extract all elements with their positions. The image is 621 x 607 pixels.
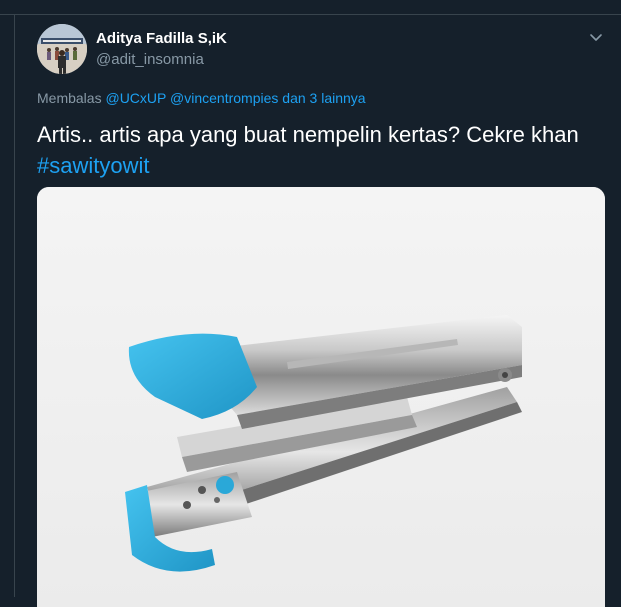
- mention-link[interactable]: @vincentrompies: [170, 90, 278, 106]
- timeline-divider: [0, 0, 621, 15]
- tweet-body: Artis.. artis apa yang buat nempelin ker…: [37, 122, 579, 147]
- avatar[interactable]: [37, 24, 87, 74]
- chevron-down-icon[interactable]: [588, 29, 604, 45]
- avatar-image: [37, 24, 87, 74]
- mention-link[interactable]: @UCxUP: [105, 90, 166, 106]
- stapler-image: [37, 187, 605, 607]
- tweet-text: Artis.. artis apa yang buat nempelin ker…: [37, 119, 607, 181]
- thread-divider: [0, 14, 15, 597]
- author-display-name[interactable]: Aditya Fadilla S,iK: [96, 30, 227, 47]
- others-link[interactable]: dan 3 lainnya: [282, 90, 365, 106]
- reply-prefix: Membalas: [37, 90, 102, 106]
- author-handle[interactable]: @adit_insomnia: [96, 51, 204, 68]
- hashtag-link[interactable]: #sawityowit: [37, 153, 149, 178]
- tweet[interactable]: Aditya Fadilla S,iK @adit_insomnia Memba…: [15, 15, 621, 607]
- reply-context: Membalas @UCxUP @vincentrompies dan 3 la…: [37, 90, 366, 106]
- media-card[interactable]: [37, 187, 605, 607]
